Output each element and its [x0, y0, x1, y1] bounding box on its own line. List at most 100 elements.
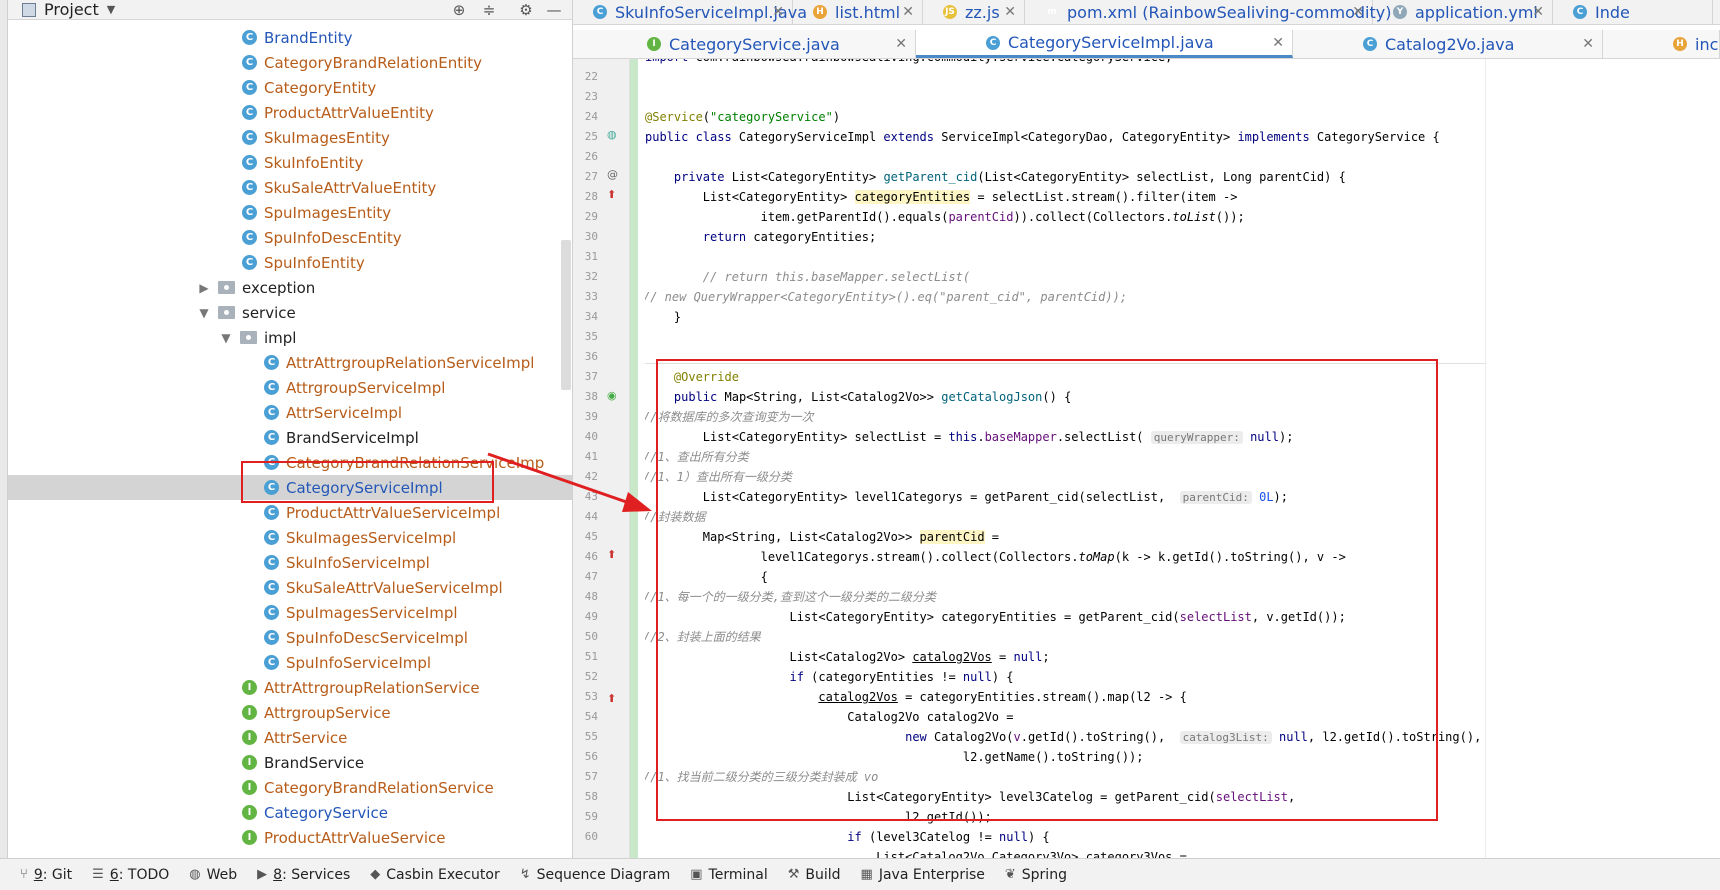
close-icon[interactable]: ✕ [895, 36, 907, 52]
editor-tab[interactable]: Yapplication.yml ✕ [1373, 0, 1553, 24]
line-number: 38 [584, 390, 598, 403]
close-icon[interactable]: ✕ [1272, 35, 1284, 51]
class-icon: C [264, 355, 279, 370]
close-icon[interactable]: ✕ [902, 4, 914, 20]
tree-item[interactable]: C BrandEntity [8, 25, 572, 50]
tree-item[interactable]: C AttrAttrgroupRelationServiceImpl [8, 350, 572, 375]
tree-item[interactable]: C ProductAttrValueEntity [8, 100, 572, 125]
tab-label: CategoryServiceImpl.java [1008, 33, 1214, 52]
tree-item[interactable]: ▼ service [8, 300, 572, 325]
collapsed-arrow-icon[interactable]: ▶ [196, 281, 212, 295]
tree-item[interactable]: C SpuInfoDescEntity [8, 225, 572, 250]
java-class-file-icon: C [1573, 5, 1587, 19]
tree-item[interactable]: C SpuInfoEntity [8, 250, 572, 275]
close-icon[interactable]: ✕ [1532, 4, 1544, 20]
tree-item[interactable]: I AttrService [8, 725, 572, 750]
tree-item[interactable]: C BrandServiceImpl [8, 425, 572, 450]
editor-tab[interactable]: I CategoryService.java ✕ [573, 30, 916, 58]
editor-tab[interactable]: m pom.xml (RainbowSealiving-commodity) ✕ [1025, 0, 1391, 24]
tool-window-build[interactable]: ⚒ Build [788, 867, 841, 883]
line-number: 54 [584, 710, 598, 723]
tree-item[interactable]: C AttrgroupServiceImpl [8, 375, 572, 400]
close-icon[interactable]: ✕ [1352, 4, 1364, 20]
tree-item[interactable]: C SkuImagesServiceImpl [8, 525, 572, 550]
tree-item[interactable]: C SpuImagesServiceImpl [8, 600, 572, 625]
tool-window-web[interactable]: ◍ Web [189, 867, 237, 883]
expanded-arrow-icon[interactable]: ▼ [218, 331, 234, 345]
tree-item-label: SpuInfoServiceImpl [286, 653, 432, 672]
tool-window-services[interactable]: ▶ 8: Services [257, 867, 350, 883]
tree-item[interactable]: C SkuInfoEntity [8, 150, 572, 175]
tree-item[interactable]: C SkuImagesEntity [8, 125, 572, 150]
class-icon: C [264, 655, 279, 670]
tree-item[interactable]: I CategoryBrandRelationService [8, 775, 572, 800]
editor-tab[interactable]: JS zz.js ✕ [923, 0, 1025, 24]
tool-window-git[interactable]: ⑂ 9: Git [20, 867, 72, 883]
editor-tab[interactable]: C Inde [1553, 0, 1713, 24]
tool-window-spring[interactable]: ❦ Spring [1005, 867, 1067, 883]
code-line: import com.rainbowsea.rainbowsealiving.c… [645, 59, 1172, 67]
editor-tab[interactable]: Hinc [1603, 30, 1720, 58]
tool-window-sequence[interactable]: ↯ Sequence Diagram [520, 867, 671, 883]
code-line: List<CategoryEntity> categoryEntities = … [645, 190, 1238, 204]
tree-item[interactable]: ▶ exception [8, 275, 572, 300]
tree-item[interactable]: C SkuSaleAttrValueServiceImpl [8, 575, 572, 600]
class-icon: C [264, 555, 279, 570]
project-title[interactable]: Project [44, 0, 99, 19]
build-icon: ⚒ [787, 867, 800, 882]
tree-item[interactable]: C SkuInfoServiceImpl [8, 550, 572, 575]
tree-item[interactable]: C SpuInfoServiceImpl [8, 650, 572, 675]
minimize-icon[interactable]: — [543, 0, 565, 20]
tool-window-todo[interactable]: ☰ 6: TODO [92, 867, 169, 883]
tree-item[interactable]: I AttrgroupService [8, 700, 572, 725]
tool-window-casbin[interactable]: ◆ Casbin Executor [370, 867, 499, 883]
folder-icon [218, 306, 235, 319]
editor-tab[interactable]: C SkuInfoServiceImpl.java ✕ [573, 0, 807, 24]
tree-item-label: CategoryBrandRelationService [264, 778, 494, 797]
editor-tab[interactable]: C Catalog2Vo.java ✕ [1293, 30, 1603, 58]
tree-item[interactable]: I CategoryService [8, 800, 572, 825]
collapse-all-icon[interactable]: ≑ [478, 0, 500, 20]
editor-tab-active[interactable]: C CategoryServiceImpl.java ✕ [916, 30, 1293, 58]
tree-item[interactable]: I BrandService [8, 750, 572, 775]
close-icon[interactable]: ✕ [1004, 4, 1016, 20]
java-class-file-icon: C [986, 35, 1000, 50]
line-number: 33 [584, 290, 598, 303]
tree-item-label: CategoryEntity [264, 78, 377, 97]
tree-item[interactable]: C AttrServiceImpl [8, 400, 572, 425]
tool-window-label: Build [805, 866, 841, 883]
tool-window-label: Casbin Executor [386, 866, 500, 883]
locate-icon[interactable]: ⊕ [448, 0, 470, 20]
tree-item[interactable]: I AttrAttrgroupRelationService [8, 675, 572, 700]
java-interface-file-icon: I [647, 37, 661, 51]
tree-item[interactable]: C SpuInfoDescServiceImpl [8, 625, 572, 650]
tool-window-java-enterprise[interactable]: ▦ Java Enterprise [861, 867, 985, 883]
chevron-down-icon[interactable]: ▼ [107, 3, 115, 16]
tree-item[interactable]: C CategoryEntity [8, 75, 572, 100]
lambda-arrow-icon[interactable]: ⬆ [607, 692, 616, 705]
right-margin-guide [1485, 59, 1486, 858]
override-at-icon[interactable]: @ [607, 168, 618, 181]
tool-window-terminal[interactable]: ▣ Terminal [690, 867, 767, 883]
expanded-arrow-icon[interactable]: ▼ [196, 306, 212, 320]
tree-item[interactable]: C SkuSaleAttrValueEntity [8, 175, 572, 200]
tool-window-label: Web [206, 866, 238, 883]
tree-scrollbar[interactable] [561, 240, 571, 390]
close-icon[interactable]: ✕ [772, 4, 784, 20]
tool-window-label: Java Enterprise [878, 866, 985, 883]
lambda-arrow-icon[interactable]: ⬆ [607, 188, 616, 201]
tree-item-label: SpuImagesEntity [264, 203, 392, 222]
code-line: List<Catalog2Vo.Category3Vo> category3Vo… [645, 850, 1187, 858]
line-number: 49 [584, 610, 598, 623]
tree-item[interactable]: I ProductAttrValueService [8, 825, 572, 850]
close-icon[interactable]: ✕ [1582, 36, 1594, 52]
editor-tab[interactable]: Hlist.html ✕ [793, 0, 923, 24]
bean-icon[interactable]: ◍ [607, 128, 617, 141]
lambda-arrow-icon[interactable]: ⬆ [607, 548, 616, 561]
tree-item[interactable]: C CategoryBrandRelationEntity [8, 50, 572, 75]
gear-icon[interactable]: ⚙ [515, 0, 537, 20]
implements-icon[interactable]: ◉ [607, 389, 617, 402]
tree-item[interactable]: ▼ impl [8, 325, 572, 350]
line-number: 50 [584, 630, 598, 643]
tree-item[interactable]: C SpuImagesEntity [8, 200, 572, 225]
